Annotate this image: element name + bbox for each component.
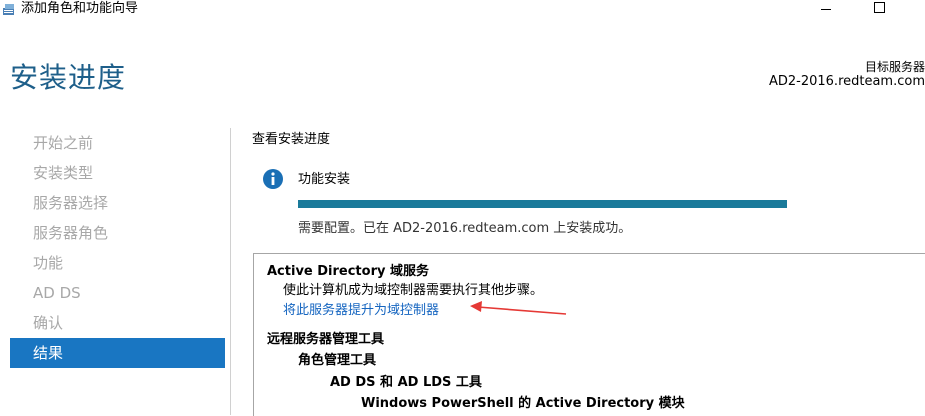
adds-adlds-tools: AD DS 和 AD LDS 工具 [330,375,482,390]
nav-item-results[interactable]: 结果 [10,338,225,368]
wizard-steps-nav: 开始之前 安装类型 服务器选择 服务器角色 功能 AD DS 确认 结果 [10,128,225,368]
nav-item-server-selection[interactable]: 服务器选择 [10,188,225,218]
minimize-button[interactable] [810,0,844,20]
maximize-button[interactable] [864,0,898,20]
page-title: 安装进度 [10,61,127,94]
powershell-ad-module: Windows PowerShell 的 Active Directory 模块 [361,396,685,411]
nav-item-confirmation[interactable]: 确认 [10,308,225,338]
adds-description: 使此计算机成为域控制器需要执行其他步骤。 [283,283,544,298]
nav-item-server-roles[interactable]: 服务器角色 [10,218,225,248]
nav-item-ad-ds[interactable]: AD DS [10,278,225,308]
window-title: 添加角色和功能向导 [21,1,139,16]
adds-title: Active Directory 域服务 [267,264,429,279]
red-arrow-annotation [470,301,567,315]
role-admin-tools: 角色管理工具 [298,353,377,368]
progress-fill [298,200,787,208]
installation-progress-bar [298,200,787,208]
server-manager-icon [2,2,17,17]
promote-to-dc-link[interactable]: 将此服务器提升为域控制器 [283,299,439,318]
nav-divider [230,128,231,415]
nav-item-before-you-begin[interactable]: 开始之前 [10,128,225,158]
info-icon [262,168,284,190]
title-bar: 添加角色和功能向导 [0,0,925,22]
rsat-title: 远程服务器管理工具 [267,332,385,347]
section-heading: 查看安装进度 [252,132,331,147]
feature-installation-label: 功能安装 [298,172,351,187]
installation-status-text: 需要配置。已在 AD2-2016.redteam.com 上安装成功。 [298,221,632,236]
target-server-value: AD2-2016.redteam.com [768,74,925,89]
target-server-label: 目标服务器 [864,60,925,74]
nav-item-features[interactable]: 功能 [10,248,225,278]
nav-item-installation-type[interactable]: 安装类型 [10,158,225,188]
